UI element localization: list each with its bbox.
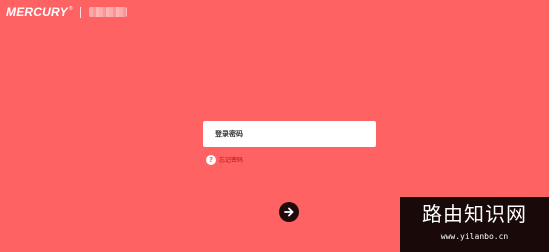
- login-button[interactable]: [279, 202, 299, 222]
- registered-mark: ®: [68, 6, 73, 12]
- site-watermark: 路由知识网 www.yilanbo.cn: [400, 197, 549, 252]
- brand-divider: [79, 6, 81, 18]
- brand: MERCURY ®: [6, 4, 127, 20]
- arrow-right-icon: [284, 207, 294, 217]
- model-name-blurred: [88, 7, 127, 17]
- watermark-title: 路由知识网: [422, 202, 527, 226]
- mercury-logo: MERCURY: [6, 5, 68, 19]
- forgot-password-link[interactable]: ? 忘记密码: [206, 154, 243, 165]
- password-input[interactable]: [215, 121, 376, 147]
- watermark-url: www.yilanbo.cn: [440, 232, 509, 241]
- password-field[interactable]: [203, 121, 376, 147]
- forgot-password-label: 忘记密码: [219, 157, 244, 164]
- question-icon: ?: [206, 154, 216, 165]
